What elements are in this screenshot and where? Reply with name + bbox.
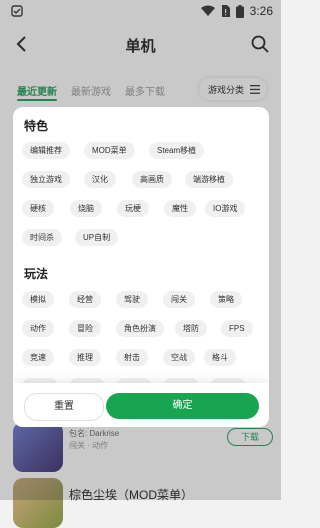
section-title-features: 特色 bbox=[24, 119, 49, 133]
chip-tower-defense[interactable]: 塔防 bbox=[175, 320, 207, 337]
chip-hd[interactable]: 高画质 bbox=[132, 171, 172, 188]
chip-simulation[interactable]: 模拟 bbox=[22, 291, 54, 308]
chip-time-killer[interactable]: 时间杀 bbox=[22, 229, 62, 246]
section-title-gameplay: 玩法 bbox=[24, 267, 49, 281]
chip-indie[interactable]: 独立游戏 bbox=[22, 171, 70, 188]
confirm-button[interactable]: 确定 bbox=[106, 393, 259, 419]
chip-meme[interactable]: 玩梗 bbox=[117, 200, 149, 217]
chip-io-games[interactable]: IO游戏 bbox=[205, 200, 246, 217]
chip-fps[interactable]: FPS bbox=[221, 320, 253, 337]
chip-steam-port[interactable]: Steam移植 bbox=[149, 142, 205, 159]
reset-button[interactable]: 重置 bbox=[24, 393, 104, 421]
chip-management[interactable]: 经营 bbox=[69, 291, 101, 308]
chip-racing[interactable]: 竞速 bbox=[22, 349, 54, 366]
chip-up-made[interactable]: UP自制 bbox=[75, 229, 119, 246]
chip-hardcore[interactable]: 硬核 bbox=[22, 200, 54, 217]
chip-level[interactable]: 闯关 bbox=[163, 291, 195, 308]
chip-driving[interactable]: 驾驶 bbox=[116, 291, 148, 308]
chip-fighting[interactable]: 格斗 bbox=[204, 349, 236, 366]
chip-quirky[interactable]: 魔性 bbox=[164, 200, 196, 217]
chip-pc-port[interactable]: 端游移植 bbox=[185, 171, 233, 188]
chip-chinese[interactable]: 汉化 bbox=[84, 171, 116, 188]
chip-action[interactable]: 动作 bbox=[22, 320, 54, 337]
category-filter-panel: 特色 编辑推荐 MOD菜单 Steam移植 独立游戏 汉化 高画质 端游移植 硬… bbox=[13, 107, 269, 427]
chip-shooting[interactable]: 射击 bbox=[116, 349, 148, 366]
chip-editor-pick[interactable]: 编辑推荐 bbox=[22, 142, 70, 159]
chip-reasoning[interactable]: 推理 bbox=[69, 349, 101, 366]
chip-rpg[interactable]: 角色扮演 bbox=[116, 320, 164, 337]
chip-air-combat[interactable]: 空战 bbox=[163, 349, 195, 366]
chip-adventure[interactable]: 冒险 bbox=[69, 320, 101, 337]
chip-mod-menu[interactable]: MOD菜单 bbox=[84, 142, 135, 159]
chip-brain-burning[interactable]: 烧脑 bbox=[70, 200, 102, 217]
panel-footer: 重置 确定 bbox=[13, 383, 269, 427]
chip-strategy[interactable]: 策略 bbox=[210, 291, 242, 308]
